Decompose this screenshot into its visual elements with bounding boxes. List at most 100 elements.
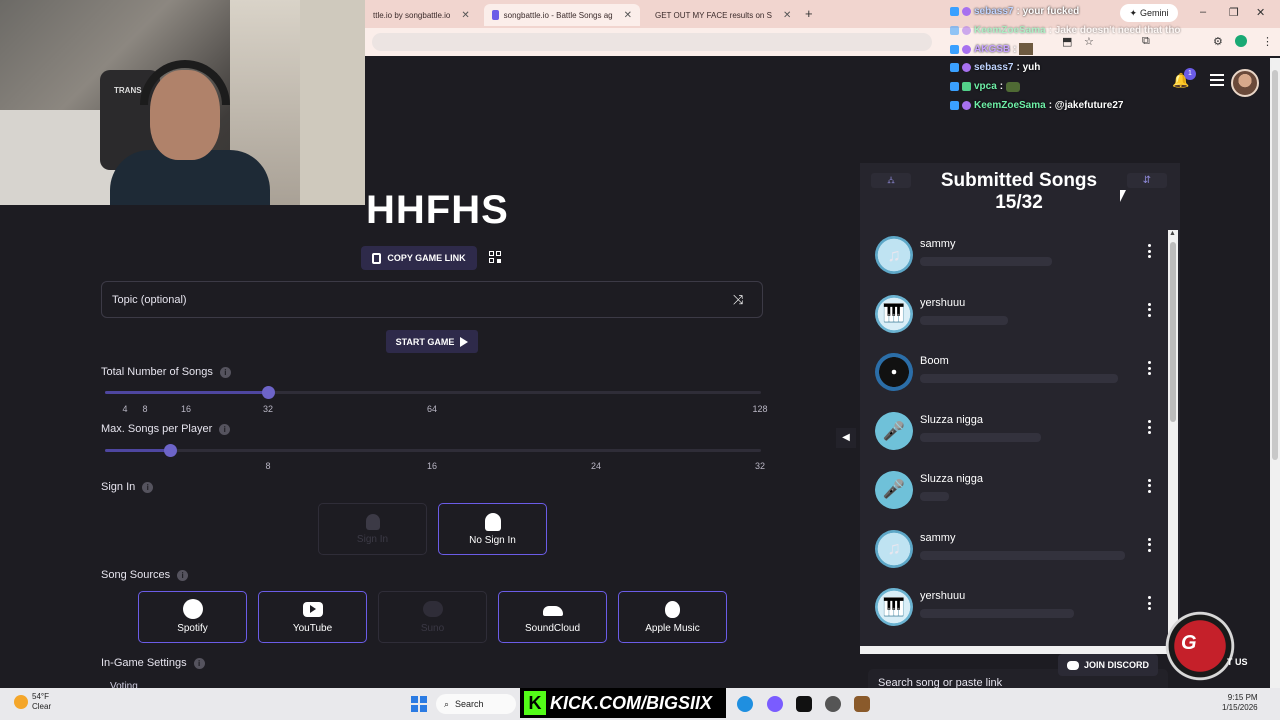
chat-text: : Jake doesn't need that tho xyxy=(1048,25,1181,36)
collapse-panel-button[interactable]: ◀ xyxy=(836,428,856,448)
source-apple-music[interactable]: Apple Music xyxy=(618,591,727,643)
info-icon[interactable]: i xyxy=(142,481,154,493)
badge-icon xyxy=(950,44,959,54)
discord-taskbar-icon[interactable] xyxy=(767,696,783,712)
hamburger-menu-icon[interactable] xyxy=(1210,74,1224,86)
more-options-icon[interactable] xyxy=(1148,361,1151,376)
browser-tab-3[interactable]: GET OUT MY FACE results on S ✕ xyxy=(642,4,798,26)
total-songs-slider-thumb[interactable] xyxy=(262,386,275,399)
taskbar-clock[interactable]: 9:15 PM 1/15/2026 xyxy=(1222,693,1258,713)
more-options-icon[interactable] xyxy=(1148,596,1151,611)
profile-icon[interactable] xyxy=(1235,35,1247,47)
emote-icon xyxy=(1006,81,1021,92)
badge-icon xyxy=(962,63,971,72)
song-row[interactable]: 🎹 yershuuu xyxy=(870,584,1165,638)
sparkle-icon: ✦ xyxy=(1129,7,1138,18)
badge-icon xyxy=(962,101,971,110)
submitted-songs-title: Submitted Songs 15/32 xyxy=(860,170,1178,214)
emote-icon xyxy=(1019,43,1034,55)
badge-icon xyxy=(950,26,959,35)
in-game-settings-label: In-Game Settings i xyxy=(101,657,205,669)
scroll-up-arrow-icon[interactable]: ▲ xyxy=(1169,230,1176,237)
song-row[interactable]: ♫ sammy xyxy=(870,232,1165,286)
close-icon[interactable]: ✕ xyxy=(624,10,632,21)
obs-icon[interactable] xyxy=(796,696,812,712)
gemini-button[interactable]: ✦ Gemini xyxy=(1120,4,1178,22)
no-sign-in-option[interactable]: No Sign In xyxy=(438,503,547,555)
source-soundcloud[interactable]: SoundCloud xyxy=(498,591,607,643)
more-options-icon[interactable] xyxy=(1148,302,1151,317)
copy-link-label: COPY GAME LINK xyxy=(387,253,466,263)
song-list-scrollbar-thumb[interactable] xyxy=(1170,242,1176,422)
topic-input[interactable]: Topic (optional) xyxy=(101,281,763,318)
panel-title-text: Submitted Songs xyxy=(940,170,1098,191)
shuffle-icon[interactable]: ⤨ xyxy=(733,292,743,308)
song-row[interactable]: 🎤 Sluzza nigga xyxy=(870,408,1165,462)
info-icon[interactable]: i xyxy=(177,569,189,581)
incognito-icon xyxy=(484,512,501,531)
song-submitter-name: sammy xyxy=(920,238,956,250)
source-spotify[interactable]: Spotify xyxy=(138,591,247,643)
start-game-button[interactable]: START GAME xyxy=(386,330,478,353)
kebab-menu-icon[interactable]: ⋮ xyxy=(1262,35,1273,48)
gemini-label: Gemini xyxy=(1140,8,1169,18)
minecraft-icon[interactable] xyxy=(854,696,870,712)
song-row[interactable]: Boom xyxy=(870,349,1165,403)
qr-code-icon[interactable] xyxy=(489,251,502,264)
section-label-text: In-Game Settings xyxy=(101,657,187,669)
song-row[interactable]: 🎹 yershuuu xyxy=(870,291,1165,345)
settings-icon[interactable]: ⚙ xyxy=(1213,35,1223,48)
windows-start-icon[interactable] xyxy=(411,696,427,712)
browser-tab-1[interactable]: ttle.io by songbattle.io ✕ xyxy=(365,4,487,26)
kick-logo-icon: K xyxy=(524,691,546,715)
more-options-icon[interactable] xyxy=(1148,478,1151,493)
badge-icon xyxy=(962,26,971,35)
taskbar-search[interactable]: ⌕ Search xyxy=(436,694,516,714)
kick-overlay-banner: K KICK.COM/BIGSIIX xyxy=(520,688,726,718)
join-discord-button[interactable]: JOIN DISCORD xyxy=(1058,654,1158,676)
maximize-button[interactable]: ❐ xyxy=(1229,6,1239,19)
section-label-text: Total Number of Songs xyxy=(101,366,213,378)
more-options-icon[interactable] xyxy=(1148,244,1151,258)
source-label: SoundCloud xyxy=(524,623,581,634)
info-icon[interactable]: i xyxy=(219,366,231,378)
address-bar[interactable] xyxy=(372,33,932,51)
close-icon[interactable]: ✕ xyxy=(783,10,791,21)
close-icon[interactable]: ✕ xyxy=(461,10,469,21)
browser-tab-2[interactable]: songbattle.io - Battle Songs ag ✕ xyxy=(484,4,640,26)
soundcloud-icon xyxy=(542,600,563,618)
minimize-button[interactable]: – xyxy=(1200,6,1206,18)
info-icon[interactable]: i xyxy=(219,423,231,435)
more-options-icon[interactable] xyxy=(1148,420,1151,435)
max-per-player-slider-thumb[interactable] xyxy=(163,444,177,457)
max-per-player-slider-fill xyxy=(105,449,170,452)
copy-game-link-button[interactable]: COPY GAME LINK xyxy=(361,246,477,270)
more-options-icon[interactable] xyxy=(1148,537,1151,552)
piano-icon: 🎹 xyxy=(875,294,913,333)
avatar[interactable] xyxy=(1231,69,1259,97)
source-label: Spotify xyxy=(177,623,208,634)
notification-badge: 1 xyxy=(1184,68,1196,80)
weather-widget[interactable]: 54°F Clear xyxy=(14,692,51,712)
bookmark-star-icon[interactable]: ☆ xyxy=(1084,35,1094,48)
song-row[interactable]: 🎤 Sluzza nigga xyxy=(870,467,1165,521)
page-scrollbar-thumb[interactable] xyxy=(1272,70,1278,460)
horizontal-scrollbar[interactable] xyxy=(860,646,1178,654)
contact-us-button[interactable]: T US xyxy=(1227,657,1248,667)
source-youtube[interactable]: YouTube xyxy=(258,591,367,643)
apple-icon xyxy=(663,600,683,618)
extensions-icon[interactable]: ⧉ xyxy=(1142,35,1150,48)
chat-message: AKGSB : xyxy=(950,43,1034,55)
chat-text: : xyxy=(1013,43,1017,55)
close-window-button[interactable]: ✕ xyxy=(1256,6,1265,19)
song-row[interactable]: ♫ sammy xyxy=(870,526,1165,580)
song-submitter-name: Boom xyxy=(920,355,949,368)
max-per-player-slider-track[interactable] xyxy=(105,449,761,452)
edge-icon[interactable] xyxy=(737,696,753,712)
settings-app-icon[interactable] xyxy=(825,696,841,712)
install-icon[interactable]: ⬒ xyxy=(1062,35,1072,48)
song-title-placeholder-bar xyxy=(920,550,1125,560)
info-icon[interactable]: i xyxy=(193,657,205,669)
new-tab-button[interactable]: + xyxy=(805,6,813,21)
song-title-placeholder-bar xyxy=(920,433,1041,443)
